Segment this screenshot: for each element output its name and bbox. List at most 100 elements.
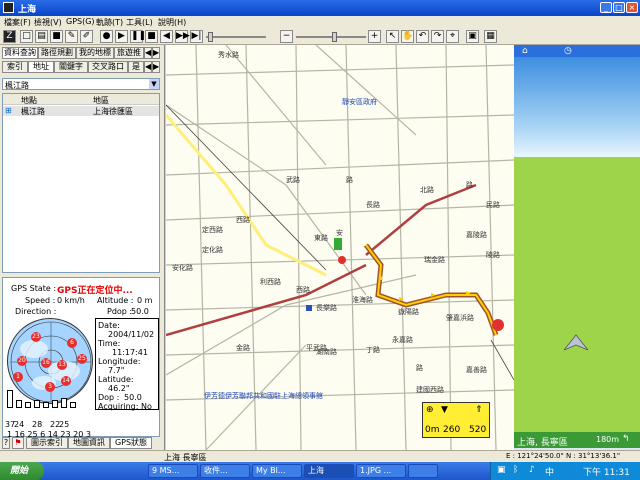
tab-my-landmarks[interactable]: 我的地標	[76, 47, 114, 59]
satellite-marker: 23	[31, 332, 41, 342]
menu-tools[interactable]: 工具(L)	[126, 17, 153, 28]
menu-view[interactable]: 檢視(V)	[34, 17, 62, 28]
street-label: 建國西路	[416, 386, 444, 394]
stop-icon[interactable]: ■	[145, 30, 158, 43]
signal-bar	[52, 400, 58, 408]
scale-label2: 520	[469, 425, 487, 435]
header-place[interactable]: 地點	[21, 95, 37, 106]
rotate-left-icon[interactable]: ↶	[416, 30, 429, 43]
edit-icon[interactable]: ✎	[65, 30, 78, 43]
satellite-marker: 20	[17, 356, 27, 366]
pen-icon[interactable]: ✐	[80, 30, 93, 43]
latitude-label: Latitude:	[98, 375, 134, 384]
scale-unit: 0m	[425, 425, 440, 435]
task-item[interactable]: 9 MS...	[148, 464, 198, 478]
satellite-marker: 1	[13, 372, 23, 382]
menu-file[interactable]: 檔案(F)	[4, 17, 31, 28]
rotate-right-icon[interactable]: ↷	[431, 30, 444, 43]
new-file-icon[interactable]: □	[20, 30, 33, 43]
app-logo-icon[interactable]: Z	[3, 30, 16, 43]
signal-bar	[61, 398, 67, 408]
tab-more[interactable]: 是	[128, 61, 144, 73]
tab-travel[interactable]: 旅遊推	[114, 47, 144, 59]
flag-icon[interactable]: ⚑	[12, 437, 24, 449]
tab-gps-status[interactable]: GPS狀態	[110, 437, 152, 449]
header-region[interactable]: 地區	[93, 95, 109, 106]
signal-bar	[70, 402, 76, 408]
menu-track[interactable]: 軌跡(T)	[96, 17, 123, 28]
maximize-button[interactable]: □	[613, 2, 625, 13]
rewind-icon[interactable]: ◀	[160, 30, 173, 43]
task-item[interactable]: My Bl...	[252, 464, 302, 478]
tab-scroll-right[interactable]: ▶	[152, 47, 160, 59]
tab2-scroll-right[interactable]: ▶	[152, 61, 160, 73]
network-icon[interactable]: ▣	[497, 465, 506, 475]
layers-icon[interactable]: ▦	[484, 30, 497, 43]
longitude-label: Longitude:	[98, 357, 141, 366]
clock: 下午 11:31	[583, 468, 630, 478]
tab-index[interactable]: 索引	[2, 61, 28, 73]
menu-help[interactable]: 說明(H)	[158, 17, 186, 28]
hand-icon[interactable]: ✋	[401, 30, 414, 43]
zoom-slider-track[interactable]	[296, 36, 366, 38]
pointer-icon[interactable]: ↖	[386, 30, 399, 43]
street-dropdown[interactable]: 楓江路 ▼	[2, 78, 160, 90]
street-label: 嶽陽路	[398, 308, 419, 316]
street-label: 肇嘉浜路	[446, 314, 474, 322]
left-panel: 資料查詢 路徑規劃 我的地標 旅遊推 ◀ ▶ 索引 地址 關鍵字 交叉路口 是 …	[0, 45, 165, 450]
tab-map-info[interactable]: 地圖資訊	[68, 437, 110, 449]
turn-icon: ↰	[622, 434, 630, 444]
tab-route-planning[interactable]: 路徑規劃	[38, 47, 76, 59]
street-label: 長路	[366, 201, 380, 209]
task-item[interactable]: 上海	[304, 464, 354, 478]
task-item[interactable]: 收件...	[200, 464, 250, 478]
tab-data-query[interactable]: 資料查詢	[2, 47, 38, 59]
signal-bar	[25, 402, 31, 408]
minimize-button[interactable]: _	[600, 2, 612, 13]
tab-intersection[interactable]: 交叉路口	[88, 61, 128, 73]
satellite-marker: 6	[67, 338, 77, 348]
help-icon[interactable]: ?	[2, 437, 10, 449]
task-item[interactable]	[408, 464, 438, 478]
map-view[interactable]: 秀水路 靜安區政府 武路 路 西路 定西路 定化路 安化路 利西路 西路 金路 …	[166, 45, 514, 450]
playback-slider-thumb[interactable]	[208, 32, 213, 42]
tab2-scroll-left[interactable]: ◀	[144, 61, 152, 73]
language-icon[interactable]: 中	[545, 465, 554, 478]
close-button[interactable]: ×	[626, 2, 638, 13]
measure-icon[interactable]: ⌖	[446, 30, 459, 43]
tab-keyword[interactable]: 關鍵字	[54, 61, 88, 73]
end-icon[interactable]: ▶|	[190, 30, 203, 43]
list-item[interactable]: ⊞ 楓江路 上海徐匯區	[3, 106, 159, 116]
north-arrow-icon: ⇑	[475, 405, 483, 415]
bluetooth-icon[interactable]: ᛒ	[513, 465, 518, 475]
fullscreen-icon[interactable]: ▣	[466, 30, 479, 43]
nav-arrow-layer	[563, 334, 589, 351]
tab-scroll-left[interactable]: ◀	[144, 47, 152, 59]
nav-location: 上海, 長寧區	[517, 438, 568, 448]
chevron-down-icon[interactable]: ▼	[149, 79, 159, 89]
open-folder-icon[interactable]: ▤	[35, 30, 48, 43]
task-item[interactable]: 1.JPG ...	[356, 464, 406, 478]
start-button[interactable]: 開始	[0, 462, 44, 480]
date-value: 2004/11/02	[108, 330, 155, 339]
tab-address[interactable]: 地址	[28, 61, 54, 73]
save-icon[interactable]: ■	[50, 30, 63, 43]
playback-slider-track[interactable]	[206, 36, 266, 38]
volume-icon[interactable]: ♪	[529, 465, 535, 475]
zoom-in-icon[interactable]: +	[368, 30, 381, 43]
satellite-marker: 13	[57, 360, 67, 370]
window-title: 上海	[18, 5, 37, 15]
pause-icon[interactable]: ❚❚	[130, 30, 146, 43]
satellite-marker: 3	[45, 382, 55, 392]
street-label: 武路	[286, 176, 300, 184]
play-icon[interactable]: ▶	[115, 30, 128, 43]
zoom-out-icon[interactable]: −	[280, 30, 293, 43]
tab-icon-index[interactable]: 圖示索引	[26, 437, 68, 449]
signal-bar	[16, 400, 22, 408]
time-label: Time:	[98, 339, 121, 348]
menu-gps[interactable]: GPS(G)	[66, 17, 95, 26]
record-icon[interactable]: ●	[100, 30, 113, 43]
forward-icon[interactable]: ▶▶	[175, 30, 190, 43]
landmark-label: 靜安區政府	[342, 98, 377, 106]
zoom-slider-thumb[interactable]	[332, 32, 337, 42]
